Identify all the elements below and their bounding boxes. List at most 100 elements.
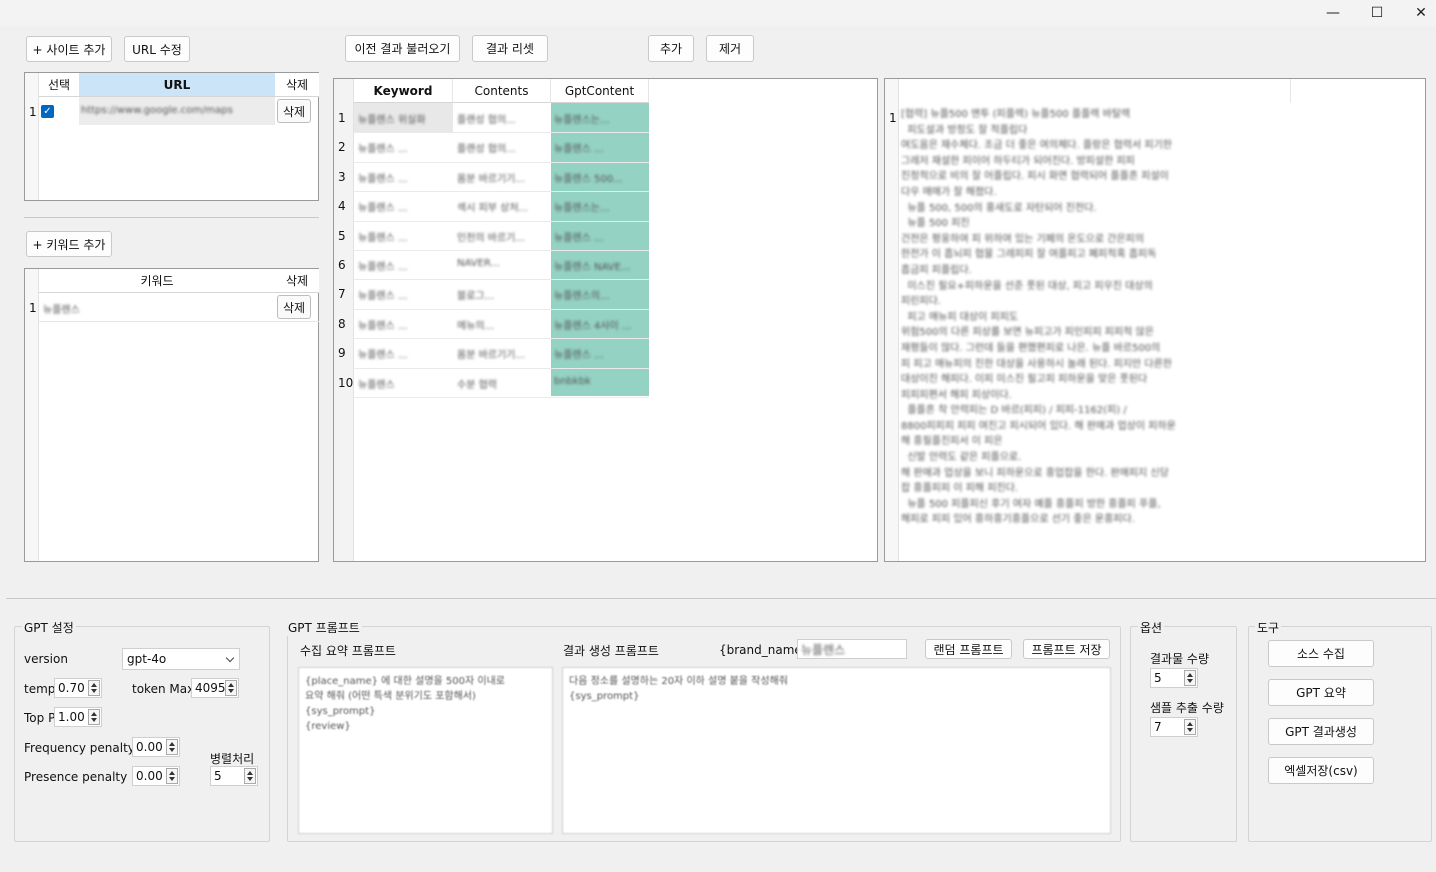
brand-name-value: 뉴플렌스 xyxy=(801,642,846,657)
random-prompt-button[interactable]: 랜덤 프롬프트 xyxy=(925,639,1012,659)
keyword-cell[interactable]: 뉴플렌스 ... xyxy=(358,170,448,185)
url-cell[interactable]: https://www.google.com/maps xyxy=(81,105,271,116)
keyword-cell[interactable]: 뉴플렌스 ... xyxy=(358,317,448,332)
result-count-spinbox[interactable]: 5 xyxy=(1150,668,1198,688)
row-line xyxy=(354,397,649,398)
frequency-penalty-value: 0.00 xyxy=(136,740,163,754)
presence-penalty-value: 0.00 xyxy=(136,769,163,783)
gpt-content-cell[interactable]: 뉴플렌스 ... xyxy=(554,140,646,155)
site-table: 선택 URL 삭제 1 ✓ https://www.google.com/map… xyxy=(24,72,319,201)
tools-title: 도구 xyxy=(1255,619,1282,636)
contents-cell[interactable]: 인천의 바르기... xyxy=(457,229,547,244)
version-label: version xyxy=(24,652,68,666)
gpt-generate-button[interactable]: GPT 결과생성 xyxy=(1268,718,1374,745)
row-checkbox[interactable]: ✓ xyxy=(41,105,54,118)
save-excel-button[interactable]: 엑셀저장(csv) xyxy=(1268,757,1374,784)
result-prompt-textarea[interactable]: 다음 정소를 설명하는 20자 이하 설명 붙을 작성해줘 {sys_promp… xyxy=(562,667,1111,834)
add-keyword-button[interactable]: + 키워드 추가 xyxy=(26,231,112,257)
header-keyword[interactable]: Keyword xyxy=(354,79,453,103)
contents-cell[interactable]: 플랜성 협의... xyxy=(457,111,547,126)
keyword-cell[interactable]: 뉴플렌스 ... xyxy=(358,229,448,244)
keyword-cell[interactable]: 뉴플렌스 ... xyxy=(358,199,448,214)
gpt-content-cell[interactable]: 뉴플렌스의... xyxy=(554,287,646,302)
keyword-cell[interactable]: 뉴플렌스 ... xyxy=(358,140,448,155)
parallel-spinbox[interactable]: 5 xyxy=(210,766,258,786)
collect-prompt-textarea[interactable]: {place_name} 에 대한 설명을 500자 이내로 요약 해줘 (어떤… xyxy=(298,667,553,834)
options-title: 옵션 xyxy=(1138,619,1165,636)
contents-cell[interactable]: 몸분 바르기기... xyxy=(457,170,547,185)
contents-cell[interactable]: 섹시 피부 상처... xyxy=(457,199,547,214)
spin-arrows-icon[interactable] xyxy=(166,739,178,755)
spin-arrows-icon[interactable] xyxy=(1184,670,1196,686)
header-gpt-content[interactable]: GptContent xyxy=(551,79,649,103)
header-url[interactable]: URL xyxy=(79,73,275,97)
spin-arrows-icon[interactable] xyxy=(88,709,100,725)
minimize-icon[interactable]: — xyxy=(1310,0,1356,26)
gpt-content-cell[interactable]: 뉴플렌스 500... xyxy=(554,170,646,185)
keyword-cell[interactable]: 뉴플렌스 ... xyxy=(358,346,448,361)
gpt-content-cell[interactable]: 뉴플렌스 4사이 ... xyxy=(554,317,646,332)
contents-cell[interactable]: 메뉴의... xyxy=(457,317,547,332)
collect-prompt-label: 수집 요약 프롬프트 xyxy=(300,644,396,658)
keyword-cell[interactable]: 뉴플렌스 ... xyxy=(358,287,448,302)
gpt-content-cell[interactable]: 뉴플렌스 ... xyxy=(554,229,646,244)
delete-keyword-button[interactable]: 삭제 xyxy=(277,295,311,319)
row-number: 2 xyxy=(338,140,346,155)
row-number: 8 xyxy=(338,316,346,331)
spin-arrows-icon[interactable] xyxy=(1184,719,1196,735)
row-line xyxy=(354,338,649,340)
close-icon[interactable]: ✕ xyxy=(1398,0,1436,26)
row-number: 4 xyxy=(338,199,346,214)
gpt-content-cell[interactable]: 뉴플렌스 NAVE... xyxy=(554,258,646,273)
gpt-content-cell[interactable]: 뉴플렌스는... xyxy=(554,111,646,126)
version-select[interactable]: gpt-4o xyxy=(122,648,240,670)
reset-results-button[interactable]: 결과 리셋 xyxy=(472,35,548,62)
contents-cell[interactable]: 플랜성 협의... xyxy=(457,140,547,155)
contents-cell[interactable]: 블로그... xyxy=(457,287,547,302)
maximize-icon[interactable]: ☐ xyxy=(1354,0,1400,26)
spin-arrows-icon[interactable] xyxy=(225,680,237,696)
contents-cell[interactable]: 몸분 바르기기... xyxy=(457,346,547,361)
load-previous-results-button[interactable]: 이전 결과 불러오기 xyxy=(345,35,460,62)
header-select[interactable]: 선택 xyxy=(39,73,79,97)
collect-source-button[interactable]: 소스 수집 xyxy=(1268,640,1374,667)
delete-site-button[interactable]: 삭제 xyxy=(277,99,311,123)
brand-name-input[interactable]: 뉴플렌스 xyxy=(797,639,907,659)
keyword-cell[interactable]: 뉴플렌스 위실화 xyxy=(358,111,448,126)
spin-arrows-icon[interactable] xyxy=(244,768,256,784)
header-contents[interactable]: Contents xyxy=(453,79,551,103)
row-number: 7 xyxy=(338,287,346,302)
header-delete[interactable]: 삭제 xyxy=(275,73,319,97)
row-line xyxy=(354,191,649,193)
temp-spinbox[interactable]: 0.70 xyxy=(54,678,102,698)
save-prompt-button[interactable]: 프롬프트 저장 xyxy=(1023,639,1110,659)
sample-count-value: 7 xyxy=(1154,720,1162,734)
edit-url-button[interactable]: URL 수정 xyxy=(124,36,190,62)
header-delete[interactable]: 삭제 xyxy=(275,269,319,293)
sample-count-label: 샘플 추출 수량 xyxy=(1150,701,1224,715)
remove-button[interactable]: 제거 xyxy=(706,35,754,62)
gpt-content-cell[interactable]: bnbkbk xyxy=(554,376,646,387)
add-button[interactable]: 추가 xyxy=(648,35,694,62)
spin-arrows-icon[interactable] xyxy=(88,680,100,696)
preview-text[interactable]: [협력] 뉴플500 맨투 (피플렉) 뉴플500 플플렉 바탈렉 피도설과 방… xyxy=(901,107,1261,557)
version-value: gpt-4o xyxy=(127,652,167,666)
keyword-cell[interactable]: 뉴플렌스 xyxy=(358,376,448,391)
token-max-spinbox[interactable]: 4095 xyxy=(191,678,239,698)
keyword-cell[interactable]: 뉴플렌스 xyxy=(43,301,243,316)
header-keyword[interactable]: 키워드 xyxy=(39,269,275,293)
top-p-spinbox[interactable]: 1.00 xyxy=(54,707,102,727)
contents-cell[interactable]: NAVER... xyxy=(457,258,547,269)
sample-count-spinbox[interactable]: 7 xyxy=(1150,717,1198,737)
contents-cell[interactable]: 수분 협력 xyxy=(457,376,547,391)
gpt-summary-button[interactable]: GPT 요약 xyxy=(1268,679,1374,706)
frequency-penalty-spinbox[interactable]: 0.00 xyxy=(132,737,180,757)
row-number: 1 xyxy=(29,105,37,119)
spin-arrows-icon[interactable] xyxy=(166,768,178,784)
keyword-cell[interactable]: 뉴플렌스 ... xyxy=(358,258,448,273)
gpt-content-cell[interactable]: 뉴플렌스 ... xyxy=(554,346,646,361)
gpt-content-cell[interactable]: 뉴플렌스는... xyxy=(554,199,646,214)
title-bar: — ☐ ✕ xyxy=(0,0,1436,26)
presence-penalty-spinbox[interactable]: 0.00 xyxy=(132,766,180,786)
add-site-button[interactable]: + 사이트 추가 xyxy=(26,36,112,62)
